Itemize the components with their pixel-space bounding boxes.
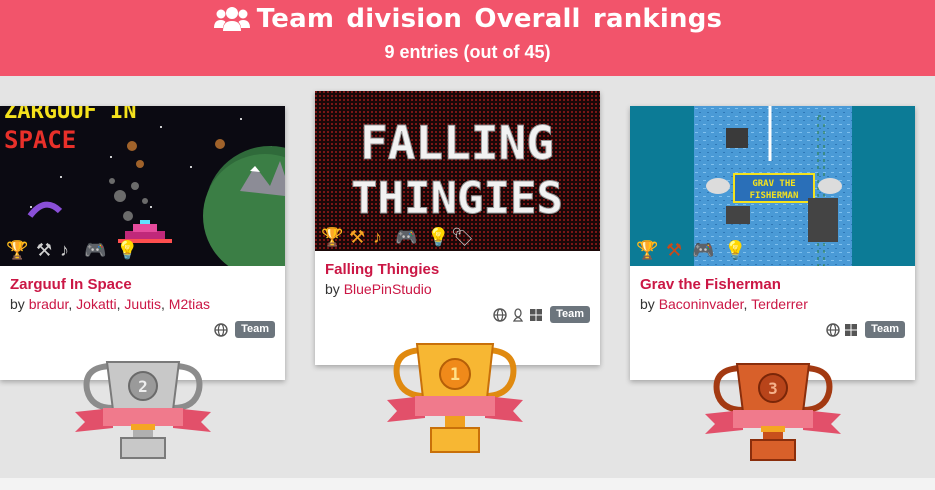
- author-link[interactable]: Juutis: [124, 296, 161, 312]
- author-link[interactable]: bradur: [29, 296, 69, 312]
- web-icon: [214, 322, 228, 337]
- entry-card-rank-2[interactable]: ZARGUUF IN SPACE 🏆 ⚒ ♪ 🎮 💡 Zarguuf In Sp…: [0, 106, 285, 380]
- entry-card-rank-1[interactable]: FALLING THINGIES 🏆 ⚒ ♪ 🎮 💡 🏷 Falling Thi…: [315, 91, 600, 365]
- authors-line: by BluePinStudio: [325, 281, 432, 297]
- silver-trophy-icon: 2: [73, 358, 213, 473]
- svg-text:🏆: 🏆: [321, 226, 343, 247]
- svg-text:⚒: ⚒: [666, 240, 682, 260]
- svg-text:🏆: 🏆: [636, 239, 658, 260]
- author-link[interactable]: Jokatti: [76, 296, 116, 312]
- by-label: by: [325, 281, 340, 297]
- svg-text:1: 1: [450, 365, 460, 385]
- division-badge: Team: [235, 321, 275, 338]
- division-badge: Team: [865, 321, 905, 338]
- author-link[interactable]: Baconinvader: [659, 296, 744, 312]
- bronze-trophy-icon: 3: [703, 360, 843, 475]
- svg-text:🏆: 🏆: [6, 239, 28, 260]
- division-badge: Team: [550, 306, 590, 323]
- svg-text:SPACE: SPACE: [4, 126, 76, 154]
- by-label: by: [640, 296, 655, 312]
- linux-icon: [511, 307, 525, 322]
- game-title-link[interactable]: Zarguuf In Space: [10, 276, 132, 293]
- page-header: Team division Overall rankings 9 entries…: [0, 0, 935, 76]
- entry-card-rank-3[interactable]: GRAV THE FISHERMAN 🏆 ⚒ 🎮 💡 Grav the Fish…: [630, 106, 915, 380]
- game-title-link[interactable]: Grav the Fisherman: [640, 276, 781, 293]
- svg-text:♪: ♪: [60, 240, 69, 260]
- svg-text:💡: 💡: [427, 226, 449, 247]
- platform-icons: Team: [214, 321, 275, 338]
- svg-text:🎮: 🎮: [395, 227, 417, 247]
- svg-text:⚒: ⚒: [36, 240, 52, 260]
- game-title-link[interactable]: Falling Thingies: [325, 261, 439, 278]
- svg-text:🏷: 🏷: [451, 227, 474, 247]
- platform-icons: Team: [826, 321, 905, 338]
- svg-text:⚒: ⚒: [349, 227, 365, 247]
- author-link[interactable]: Terderrer: [751, 296, 808, 312]
- svg-text:FALLING: FALLING: [360, 116, 554, 170]
- game-thumbnail[interactable]: GRAV THE FISHERMAN 🏆 ⚒ 🎮 💡: [630, 106, 915, 266]
- game-thumbnail[interactable]: FALLING THINGIES 🏆 ⚒ ♪ 🎮 💡 🏷: [315, 91, 600, 251]
- svg-text:3: 3: [768, 379, 778, 398]
- author-link[interactable]: M2tias: [169, 296, 210, 312]
- svg-text:🎮: 🎮: [84, 240, 106, 260]
- svg-text:🎮: 🎮: [692, 240, 714, 260]
- svg-text:GRAV THE: GRAV THE: [752, 179, 795, 189]
- svg-text:2: 2: [138, 377, 148, 396]
- entries-count: 9 entries (out of 45): [384, 42, 551, 62]
- svg-text:💡: 💡: [116, 239, 138, 260]
- svg-text:FISHERMAN: FISHERMAN: [750, 191, 799, 201]
- gold-trophy-icon: 1: [385, 342, 525, 467]
- users-icon: [213, 6, 251, 32]
- svg-text:ZARGUUF IN: ZARGUUF IN: [4, 106, 136, 124]
- page-title: Team division Overall rankings: [256, 4, 723, 34]
- svg-text:THINGIES: THINGIES: [351, 173, 563, 224]
- web-icon: [826, 322, 840, 337]
- authors-line: by Baconinvader, Terderrer: [640, 296, 808, 312]
- svg-text:♪: ♪: [373, 227, 382, 247]
- windows-icon: [529, 308, 543, 322]
- by-label: by: [10, 296, 25, 312]
- bottom-strip: [0, 478, 935, 490]
- game-thumbnail[interactable]: ZARGUUF IN SPACE 🏆 ⚒ ♪ 🎮 💡: [0, 106, 285, 266]
- windows-icon: [844, 323, 858, 337]
- svg-text:💡: 💡: [724, 239, 746, 260]
- author-link[interactable]: BluePinStudio: [344, 281, 432, 297]
- platform-icons: Team: [493, 306, 590, 323]
- web-icon: [493, 307, 507, 322]
- authors-line: by bradur, Jokatti, Juutis, M2tias: [10, 296, 211, 312]
- title-row: Team division Overall rankings: [0, 4, 935, 34]
